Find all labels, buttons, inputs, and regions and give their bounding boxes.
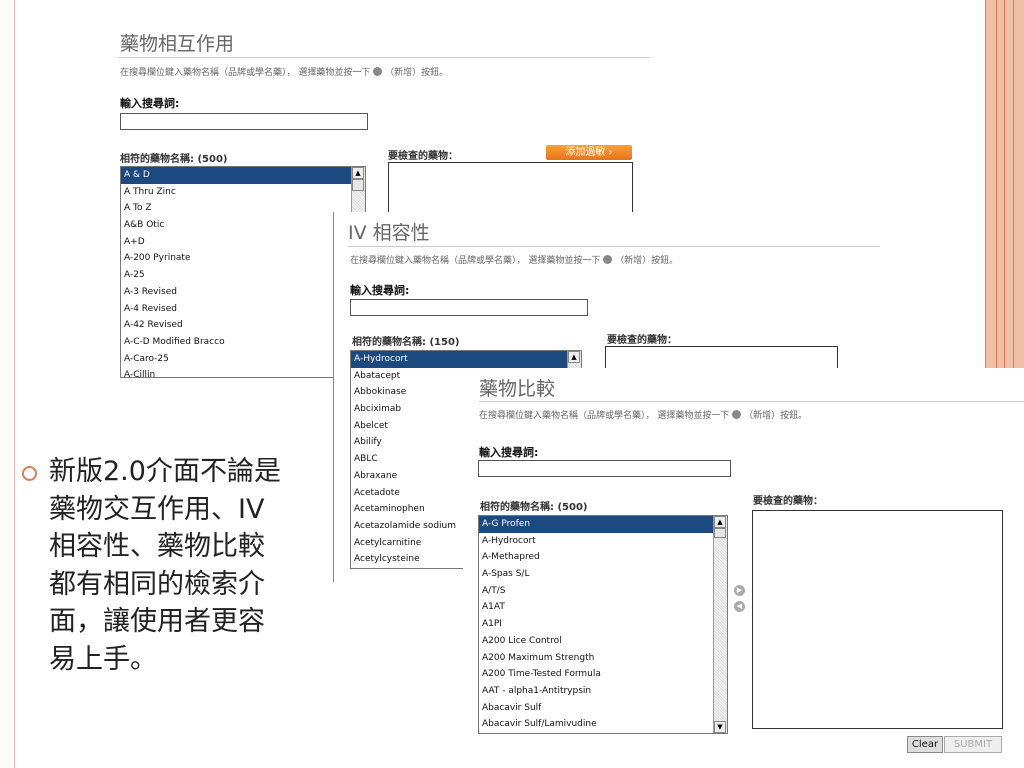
bullet-line: 相容性、藥物比較	[49, 531, 265, 562]
compare-matched-drugs-label: 相符的藥物名稱: (500)	[480, 502, 588, 513]
list-item[interactable]: A/T/S	[479, 583, 727, 600]
list-item[interactable]: A-Methapred	[479, 549, 727, 566]
iv-page-title: IV 相容性	[348, 222, 430, 244]
list-item[interactable]: A-G Profen	[479, 516, 727, 533]
right-decor-line-4	[1013, 0, 1014, 370]
list-item[interactable]: A-3 Revised	[121, 284, 365, 301]
bullet-line: 藥物交互作用、IV	[49, 493, 265, 525]
add-allergy-button[interactable]: 添加過敏 ›	[546, 145, 632, 160]
right-decor-line-2	[996, 0, 997, 370]
compare-scroll-up-icon[interactable]: ▲	[714, 516, 726, 528]
iv-instruction-text: 在搜尋欄位鍵入藥物名稱（品牌或學名藥）， 選擇藥物並按一下 （新增）按鈕。	[350, 255, 679, 266]
right-decor-line-1	[985, 0, 986, 370]
left-decor-line	[14, 0, 15, 768]
compare-instruction-text: 在搜尋欄位鍵入藥物名稱（品牌或學名藥）， 選擇藥物並按一下 （新增）按鈕。	[479, 410, 808, 421]
compare-page-title: 藥物比較	[479, 378, 556, 400]
list-item[interactable]: A & D	[121, 167, 365, 184]
list-item[interactable]: AAT - alpha1-Antitrypsin	[479, 683, 727, 700]
scroll-thumb[interactable]	[352, 179, 364, 191]
compare-drugs-to-check-label: 要檢查的藥物：	[753, 496, 823, 507]
list-item[interactable]: A-Spas S/L	[479, 566, 727, 583]
title-divider	[118, 57, 650, 58]
list-item[interactable]: A-C-D Modified Bracco	[121, 334, 365, 351]
list-item[interactable]: A&B Otic	[121, 217, 365, 234]
list-item[interactable]: A1PI	[479, 616, 727, 633]
bullet-icon	[22, 466, 37, 481]
iv-scroll-up-icon[interactable]: ▲	[568, 351, 580, 363]
list-item[interactable]: A-Hydrocort	[351, 351, 581, 368]
scroll-up-icon[interactable]: ▲	[352, 167, 364, 179]
compare-list-scrollbar[interactable]: ▲ ▼	[713, 516, 727, 733]
search-label: 輸入搜尋詞:	[120, 97, 180, 110]
iv-search-label: 輸入搜尋詞:	[350, 284, 410, 297]
drug-comparison-panel: 藥物比較 在搜尋欄位鍵入藥物名稱（品牌或學名藥）， 選擇藥物並按一下 （新增）按…	[463, 368, 1024, 768]
bullet-line: 都有相同的檢索介	[49, 568, 265, 600]
list-item[interactable]: A Thru Zinc	[121, 184, 365, 201]
iv-matched-drugs-label: 相符的藥物名稱: (150)	[352, 337, 460, 348]
iv-search-input[interactable]	[350, 299, 588, 316]
list-item[interactable]: A-4 Revised	[121, 301, 365, 318]
right-decor-stripe	[986, 0, 1024, 370]
list-item[interactable]: A200 Maximum Strength	[479, 650, 727, 667]
list-item[interactable]: A200 Time-Tested Formula	[479, 666, 727, 683]
bullet-text: 新版2.0介面不論是 藥物交互作用、IV 相容性、藥物比較 都有相同的檢索介 面…	[49, 453, 309, 678]
iv-add-circle-icon	[603, 255, 613, 264]
add-arrow-icon[interactable]: ▶	[734, 585, 745, 596]
page-title: 藥物相互作用	[120, 33, 235, 55]
list-item[interactable]: Abacavir Sulf	[479, 700, 727, 717]
bullet-line: 新版2.0介面不論是	[49, 456, 281, 487]
list-item[interactable]: A-Hydrocort	[479, 533, 727, 550]
matched-drug-list[interactable]: A & DA Thru Zinc A To Z A&B Otic A+D A-200 P…	[120, 166, 366, 378]
add-circle-icon	[373, 67, 383, 76]
compare-drugs-to-check-box[interactable]	[752, 510, 1003, 729]
clear-button[interactable]: Clear	[907, 736, 943, 753]
search-input[interactable]	[120, 113, 368, 130]
matched-drugs-label: 相符的藥物名稱: (500)	[120, 154, 228, 165]
list-item[interactable]: A-200 Pyrinate	[121, 250, 365, 267]
iv-drugs-to-check-label: 要檢查的藥物：	[607, 335, 677, 346]
bullet-line: 易上手。	[49, 643, 157, 675]
compare-add-circle-icon	[732, 410, 742, 419]
add-allergy-label: 添加過敏	[565, 147, 606, 158]
list-item[interactable]: A-Cillin	[121, 367, 365, 377]
list-item[interactable]: A-Caro-25	[121, 351, 365, 368]
list-item[interactable]: A+D	[121, 234, 365, 251]
compare-title-divider	[479, 401, 1024, 402]
bullet-line: 面，讓使用者更容	[49, 606, 265, 637]
list-item[interactable]: A200 Lice Control	[479, 633, 727, 650]
submit-button[interactable]: SUBMIT	[944, 736, 1002, 753]
list-item[interactable]: A-25	[121, 267, 365, 284]
compare-matched-drug-list[interactable]: A-G Profen A-Hydrocort A-Methapred A-Spas S…	[478, 515, 728, 734]
compare-search-label: 輸入搜尋詞:	[479, 446, 539, 459]
list-item[interactable]: Abacavir Sulf/Lamivudine	[479, 716, 727, 733]
drugs-to-check-label: 要檢查的藥物：	[388, 151, 458, 162]
compare-scroll-down-icon[interactable]: ▼	[714, 721, 726, 733]
list-item[interactable]: A1AT	[479, 599, 727, 616]
list-item[interactable]: A To Z	[121, 200, 365, 217]
compare-scroll-thumb[interactable]	[714, 528, 726, 538]
compare-search-input[interactable]	[478, 460, 731, 477]
iv-title-divider	[348, 246, 880, 247]
list-item[interactable]: A-42 Revised	[121, 317, 365, 334]
instruction-text: 在搜尋欄位鍵入藥物名稱（品牌或學名藥）， 選擇藥物並按一下 （新增）按鈕。	[120, 67, 449, 78]
remove-arrow-icon[interactable]: ◀	[734, 601, 745, 612]
right-decor-line-3	[1004, 0, 1005, 370]
